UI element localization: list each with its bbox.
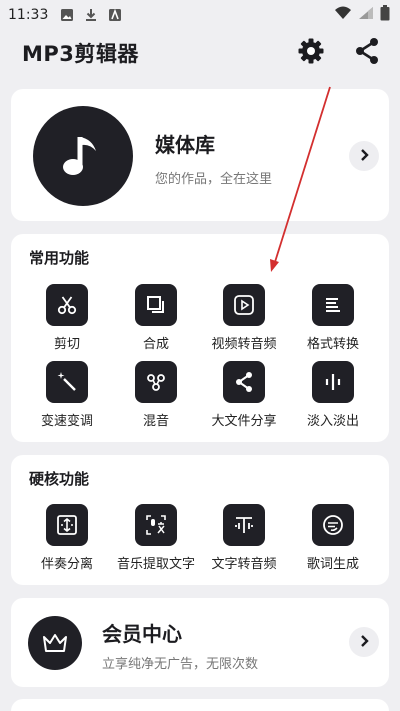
crown-icon [28,616,82,670]
vip-center-card[interactable]: 会员中心 立享纯净无广告，无限次数 [11,598,389,687]
tool-fade[interactable]: 淡入淡出 [288,361,378,429]
media-library-title: 媒体库 [155,133,215,157]
battery-icon [380,5,390,25]
chevron-right-icon [357,633,371,652]
share-icon [223,361,265,403]
tool-label: 剪切 [53,337,80,352]
tool-label: 伴奏分离 [40,557,93,572]
tool-label: 歌词生成 [306,557,359,572]
share-icon [353,37,381,69]
chevron-right-icon [357,147,371,166]
tool-large-file-share[interactable]: 大文件分享 [199,361,289,429]
tool-video-to-audio[interactable]: 视频转音频 [199,284,289,352]
lyrics-icon [312,504,354,546]
tool-format-convert[interactable]: 格式转换 [288,284,378,352]
tool-accompaniment-separation[interactable]: 伴奏分离 [22,504,112,572]
common-functions-title: 常用功能 [29,249,90,267]
settings-icon [297,37,325,69]
text-to-audio-icon [223,504,265,546]
tool-label: 变速变调 [40,414,93,429]
signal-icon [358,6,374,24]
tool-label: 混音 [142,414,169,429]
tool-label: 淡入淡出 [306,414,359,429]
next-card [11,699,389,711]
tool-cut[interactable]: 剪切 [22,284,112,352]
tool-label: 文字转音频 [211,557,277,572]
media-library-card[interactable]: 媒体库 您的作品，全在这里 [11,89,389,221]
app-bar: MP3剪辑器 [0,30,400,76]
hardcore-functions-card: 硬核功能 伴奏分离 音乐提取文字 文字转音频 歌词生成 [11,455,389,585]
vip-center-title: 会员中心 [102,622,182,646]
status-time: 11:33 [8,7,49,23]
tool-lyrics-generate[interactable]: 歌词生成 [288,504,378,572]
settings-button[interactable] [296,38,326,68]
status-bar: 11:33 [0,0,400,30]
voice-to-text-icon [135,504,177,546]
app-icon [106,7,124,23]
image-icon [58,7,76,23]
app-title: MP3剪辑器 [22,42,139,66]
tool-speed-pitch[interactable]: 变速变调 [22,361,112,429]
tool-label: 视频转音频 [211,337,277,352]
mix-icon [135,361,177,403]
tool-label: 大文件分享 [211,414,277,429]
music-note-icon [33,106,133,206]
tool-mix[interactable]: 混音 [111,361,201,429]
magic-wand-icon [46,361,88,403]
video-play-icon [223,284,265,326]
lines-icon [312,284,354,326]
separate-icon [46,504,88,546]
tool-label: 格式转换 [306,337,359,352]
vip-center-subtitle: 立享纯净无广告，无限次数 [102,657,259,672]
tool-merge[interactable]: 合成 [111,284,201,352]
hardcore-functions-title: 硬核功能 [29,470,90,488]
wifi-icon [334,6,352,24]
tool-music-extract-text[interactable]: 音乐提取文字 [111,504,201,572]
vip-center-open-button[interactable] [349,627,379,657]
media-library-open-button[interactable] [349,141,379,171]
tool-label: 合成 [142,337,169,352]
common-functions-card: 常用功能 剪切 合成 视频转音频 格式转换 变速变调 混音 大文件分享 淡入淡出 [11,234,389,442]
waveform-icon [312,361,354,403]
tool-label: 音乐提取文字 [116,557,195,572]
scissors-icon [46,284,88,326]
media-library-subtitle: 您的作品，全在这里 [155,172,273,187]
download-icon [82,7,100,23]
merge-icon [135,284,177,326]
tool-text-to-audio[interactable]: 文字转音频 [199,504,289,572]
share-app-button[interactable] [352,38,382,68]
